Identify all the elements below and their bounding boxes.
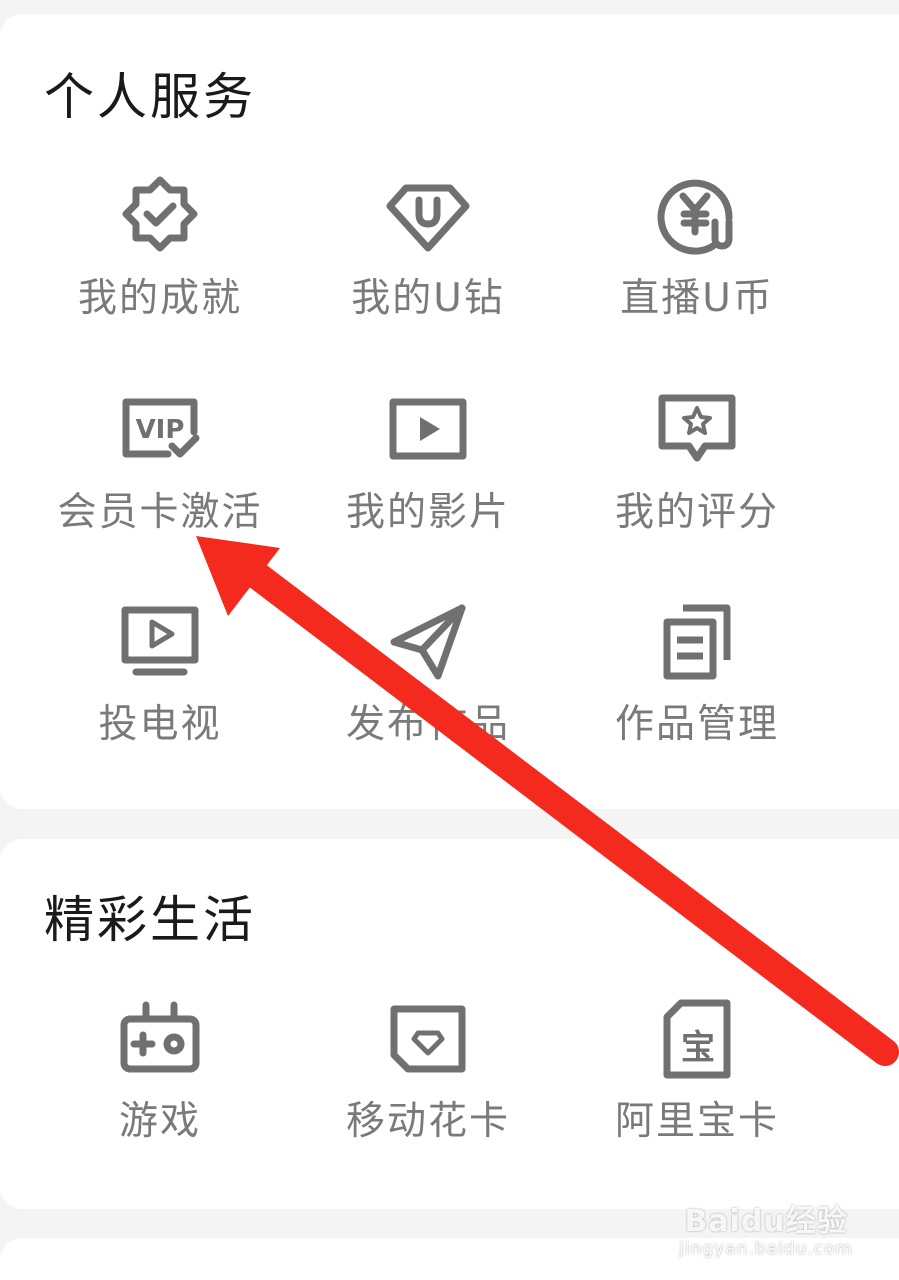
- life-games[interactable]: 游戏: [25, 997, 295, 1144]
- life-mobile-flower-card[interactable]: 移动花卡: [293, 997, 563, 1144]
- service-live-u-coin[interactable]: 直播U币: [562, 174, 832, 321]
- watermark-main: Baidu经验: [684, 1204, 848, 1239]
- personal-services-card: 个人服务 我的成就 我的U钻 直播U币 VIP 会员卡激活 我的影片 我的评分 …: [0, 14, 899, 809]
- yen-coin-icon: [655, 174, 739, 258]
- section-title-life: 精彩生活: [44, 891, 256, 949]
- service-my-u-diamond[interactable]: 我的U钻: [293, 174, 563, 321]
- service-label: 作品管理: [614, 702, 779, 747]
- service-work-management[interactable]: 作品管理: [562, 600, 832, 747]
- service-label: 我的影片: [345, 490, 510, 535]
- service-label: 直播U币: [620, 276, 774, 321]
- service-label: 我的成就: [77, 276, 242, 321]
- svg-text:VIP: VIP: [136, 415, 185, 445]
- life-ali-bao-card[interactable]: 宝 阿里宝卡: [562, 997, 832, 1144]
- service-label: 发布作品: [345, 702, 510, 747]
- vip-card-icon: VIP: [118, 388, 202, 472]
- service-cast-to-tv[interactable]: 投电视: [25, 600, 295, 747]
- service-label: 我的U钻: [351, 276, 505, 321]
- service-label: 我: [830, 278, 899, 321]
- service-my-videos[interactable]: 我的影片: [293, 388, 563, 535]
- diamond-u-icon: [386, 174, 470, 258]
- gamepad-icon: [118, 997, 202, 1081]
- star-rating-icon: [655, 388, 739, 472]
- sim-bao-icon: 宝: [655, 997, 739, 1081]
- service-vip-card-activation[interactable]: VIP 会员卡激活: [25, 388, 295, 535]
- section-title-personal: 个人服务: [44, 68, 256, 126]
- service-label: 游戏: [118, 1099, 201, 1144]
- service-label: 我的评分: [614, 490, 779, 535]
- video-play-icon: [386, 388, 470, 472]
- services-page: 个人服务 我的成就 我的U钻 直播U币 VIP 会员卡激活 我的影片 我的评分 …: [0, 0, 899, 1280]
- svg-text:宝: 宝: [681, 1028, 715, 1068]
- wonderful-life-card: 精彩生活 游戏 移动花卡 宝 阿里宝卡: [0, 839, 899, 1209]
- service-my-achievements[interactable]: 我的成就: [25, 174, 295, 321]
- badge-check-icon: [118, 174, 202, 258]
- paper-plane-icon: [386, 600, 470, 684]
- service-partial-2[interactable]: 我: [830, 388, 899, 535]
- service-label: 会员卡激活: [57, 490, 263, 535]
- service-publish-work[interactable]: 发布作品: [293, 600, 563, 747]
- documents-icon: [655, 600, 739, 684]
- watermark-sub: jingyan.baidu.com: [679, 1239, 853, 1259]
- service-label: 我: [830, 492, 899, 535]
- baidu-watermark: Baidu经验 jingyan.baidu.com: [679, 1207, 853, 1258]
- service-my-ratings[interactable]: 我的评分: [562, 388, 832, 535]
- service-label: 投电视: [98, 702, 222, 747]
- sim-diamond-icon: [386, 997, 470, 1081]
- service-label: 阿里宝卡: [614, 1099, 779, 1144]
- service-label: 移动花卡: [345, 1099, 510, 1144]
- tv-cast-icon: [118, 600, 202, 684]
- service-partial-1[interactable]: 我: [830, 174, 899, 321]
